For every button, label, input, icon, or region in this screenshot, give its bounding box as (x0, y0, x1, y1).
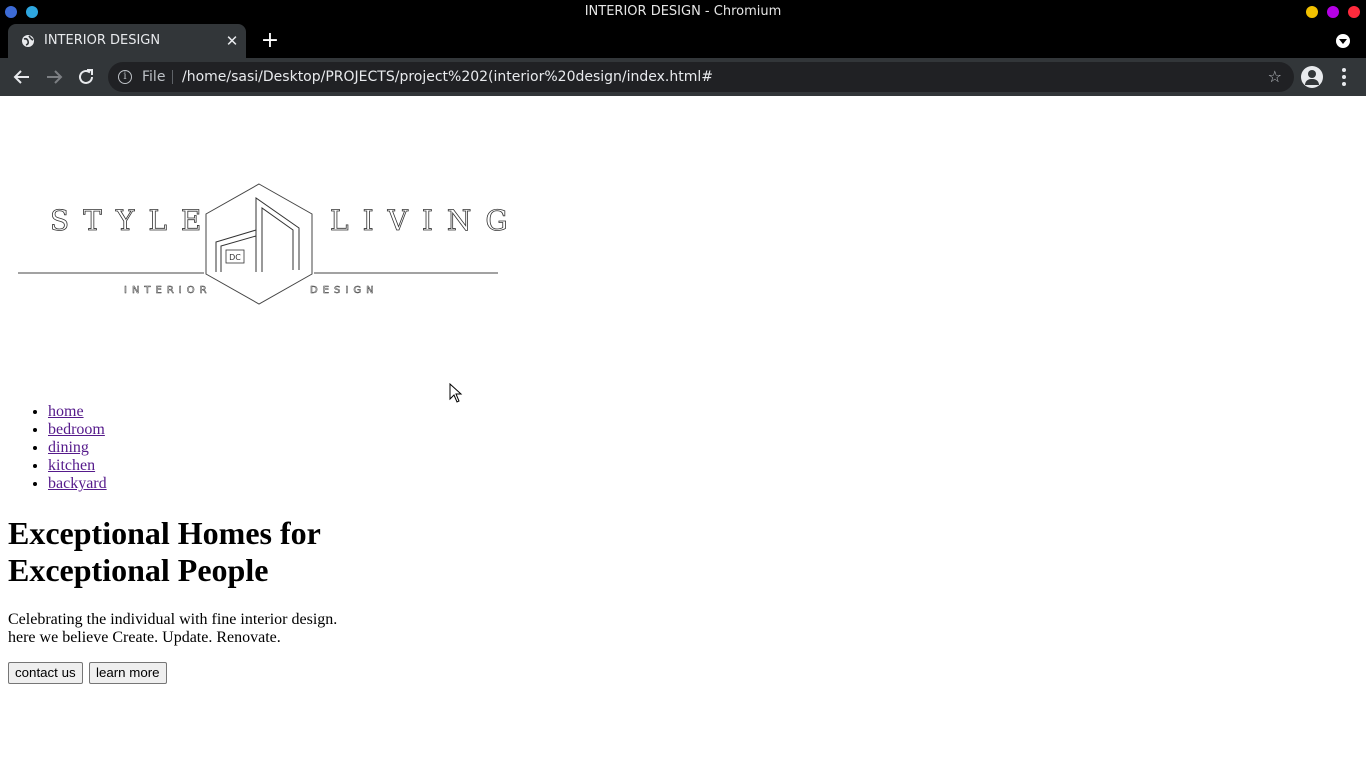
learn-more-button[interactable]: learn more (89, 662, 167, 684)
nav-item-bedroom: bedroom (48, 421, 107, 439)
logo-sub-design: DESIGN (310, 285, 379, 297)
nav-link-dining[interactable]: dining (48, 439, 89, 456)
arrow-right-icon (47, 70, 63, 84)
tagline-line-2: here we believe Create. Update. Renovate… (8, 629, 281, 646)
tab-search-icon[interactable] (1336, 34, 1350, 48)
nav-link-home[interactable]: home (48, 403, 84, 420)
nav-link-backyard[interactable]: backyard (48, 475, 107, 492)
logo-word-style: STYLE (50, 204, 216, 238)
globe-icon (22, 35, 34, 47)
tab-interior-design[interactable]: INTERIOR DESIGN ✕ (8, 24, 246, 58)
logo-sub-interior: INTERIOR (124, 285, 212, 297)
nav-item-backyard: backyard (48, 475, 107, 493)
minimize-button[interactable] (1306, 6, 1318, 18)
scheme-label: File (142, 69, 166, 85)
tab-strip: INTERIOR DESIGN ✕ + (0, 24, 1366, 58)
tab-label: INTERIOR DESIGN (44, 33, 161, 48)
maximize-button[interactable] (1327, 6, 1339, 18)
browser-menu-icon[interactable] (1336, 66, 1352, 88)
site-logo[interactable]: DC STYLE LIVING INTERIOR DESIGN (16, 180, 508, 308)
tagline-line-1: Celebrating the individual with fine int… (8, 611, 338, 628)
reload-button[interactable] (74, 65, 98, 89)
hero-tagline: Celebrating the individual with fine int… (8, 611, 368, 647)
window-title: INTERIOR DESIGN - Chromium (584, 4, 782, 19)
logo-mark: DC (229, 253, 241, 262)
profile-avatar-icon[interactable] (1301, 66, 1323, 88)
forward-button[interactable] (42, 65, 66, 89)
mouse-cursor-icon (449, 383, 463, 403)
info-icon[interactable]: i (118, 70, 132, 84)
window-titlebar: INTERIOR DESIGN - Chromium (0, 0, 1366, 24)
hero-headline: Exceptional Homes for Exceptional People (8, 515, 321, 588)
close-window-button[interactable] (1348, 6, 1360, 18)
back-button[interactable] (10, 65, 34, 89)
nav-link-kitchen[interactable]: kitchen (48, 457, 95, 474)
logo-word-living: LIVING (330, 204, 522, 238)
arrow-left-icon (13, 70, 29, 84)
nav-link-bedroom[interactable]: bedroom (48, 421, 105, 438)
reload-icon (79, 69, 93, 84)
bookmark-star-icon[interactable]: ☆ (1268, 62, 1282, 92)
site-nav: home bedroom dining kitchen backyard (8, 403, 107, 493)
address-bar[interactable]: i File /home/sasi/Desktop/PROJECTS/proje… (108, 62, 1294, 92)
nav-item-kitchen: kitchen (48, 457, 107, 475)
omnibox-divider (172, 70, 173, 84)
new-tab-button[interactable]: + (259, 30, 281, 52)
close-tab-icon[interactable]: ✕ (224, 33, 240, 49)
page-content: DC STYLE LIVING INTERIOR DESIGN home bed… (0, 96, 1366, 768)
browser-toolbar: i File /home/sasi/Desktop/PROJECTS/proje… (0, 58, 1366, 96)
contact-us-button[interactable]: contact us (8, 662, 83, 684)
url-text[interactable]: /home/sasi/Desktop/PROJECTS/project%202(… (182, 62, 713, 92)
nav-item-home: home (48, 403, 107, 421)
nav-item-dining: dining (48, 439, 107, 457)
logo-emblem-icon: DC (18, 183, 498, 305)
